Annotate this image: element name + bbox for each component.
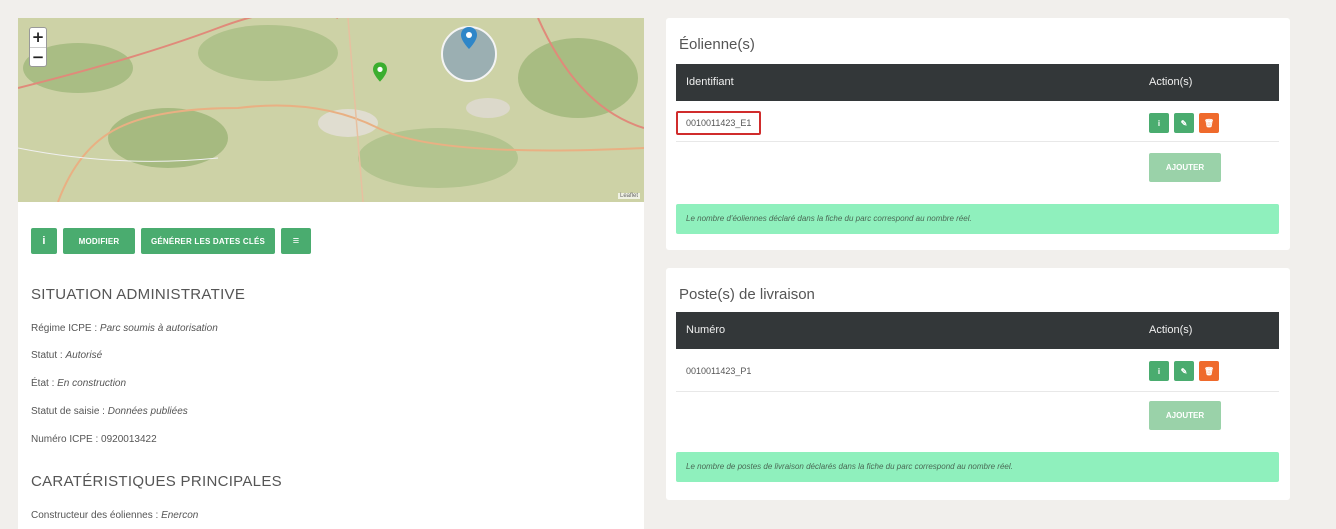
col-actions: Action(s) xyxy=(1149,76,1193,88)
postes-table-header: Numéro Action(s) xyxy=(676,312,1279,349)
park-toolbar: i MODIFIER GÉNÉRER LES DATES CLÉS ≡ xyxy=(31,228,311,254)
eolienne-add-button[interactable]: AJOUTER xyxy=(1149,153,1221,182)
poste-delete-button[interactable]: 🗑 xyxy=(1199,361,1219,381)
info-button[interactable]: i xyxy=(31,228,57,254)
col-numero: Numéro xyxy=(686,324,726,336)
generate-key-dates-button[interactable]: GÉNÉRER LES DATES CLÉS xyxy=(141,228,275,254)
park-marker-icon[interactable] xyxy=(373,62,387,82)
eoliennes-table-header: Identifiant Action(s) xyxy=(676,64,1279,101)
eolienne-info-button[interactable]: i xyxy=(1149,113,1169,133)
zoom-in-button[interactable]: + xyxy=(30,28,46,47)
postes-title: Poste(s) de livraison xyxy=(679,286,815,303)
eoliennes-title: Éolienne(s) xyxy=(679,36,755,53)
poste-row-actions: i ✎ 🗑 xyxy=(1149,361,1219,381)
info-line: Statut : Autorisé xyxy=(31,350,103,361)
info-line: Constructeur des éoliennes : Enercon xyxy=(31,510,199,521)
row-divider xyxy=(676,141,1279,142)
row-divider xyxy=(676,391,1279,392)
eolienne-edit-button[interactable]: ✎ xyxy=(1174,113,1194,133)
eoliennes-status-note: Le nombre d'éoliennes déclaré dans la fi… xyxy=(676,204,1279,234)
poste-info-button[interactable]: i xyxy=(1149,361,1169,381)
info-line: Numéro ICPE : 0920013422 xyxy=(31,434,157,445)
situation-title: SITUATION ADMINISTRATIVE xyxy=(31,286,246,303)
characteristics-title: CARATÉRISTIQUES PRINCIPALES xyxy=(31,473,282,490)
postes-card: Poste(s) de livraison Numéro Action(s) 0… xyxy=(666,268,1290,500)
zoom-out-button[interactable]: − xyxy=(30,47,46,66)
postes-status-note: Le nombre de postes de livraison déclaré… xyxy=(676,452,1279,482)
edit-button[interactable]: MODIFIER xyxy=(63,228,135,254)
col-identifiant: Identifiant xyxy=(686,76,734,88)
poste-add-button[interactable]: AJOUTER xyxy=(1149,401,1221,430)
eolienne-id-cell: 0010011423_E1 xyxy=(676,111,762,135)
col-actions: Action(s) xyxy=(1149,324,1193,336)
map-tiles xyxy=(18,18,644,202)
menu-button[interactable]: ≡ xyxy=(281,228,311,254)
eoliennes-card: Éolienne(s) Identifiant Action(s) 001001… xyxy=(666,18,1290,250)
eolienne-row-actions: i ✎ 🗑 xyxy=(1149,113,1219,133)
map-zoom-control: + − xyxy=(29,27,47,67)
info-line: État : En construction xyxy=(31,378,127,389)
map-view[interactable]: + − Leaflet xyxy=(18,18,644,202)
selected-marker-icon[interactable] xyxy=(461,27,477,49)
map-attribution[interactable]: Leaflet xyxy=(617,193,640,199)
info-line: Statut de saisie : Données publiées xyxy=(31,406,188,417)
info-line: Régime ICPE : Parc soumis à autorisation xyxy=(31,323,218,334)
park-detail-panel: + − Leaflet i MODIFIER GÉNÉRER LES DATES… xyxy=(18,18,644,529)
poste-edit-button[interactable]: ✎ xyxy=(1174,361,1194,381)
eolienne-delete-button[interactable]: 🗑 xyxy=(1199,113,1219,133)
poste-id-cell: 0010011423_P1 xyxy=(686,366,752,376)
